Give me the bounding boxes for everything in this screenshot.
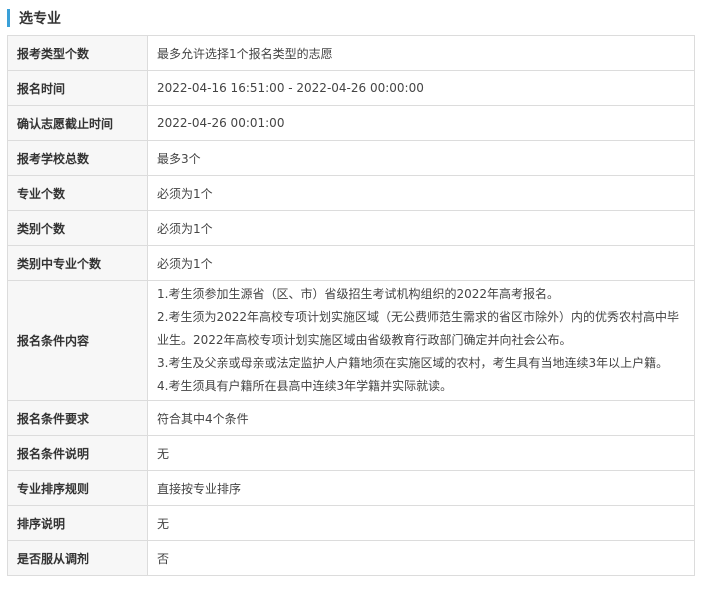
table-row: 专业个数 必须为1个 (7, 175, 695, 211)
row-value: 必须为1个 (147, 175, 695, 211)
row-value: 必须为1个 (147, 245, 695, 281)
table-row: 是否服从调剂 否 (7, 540, 695, 576)
row-label: 类别中专业个数 (7, 245, 148, 281)
row-label: 是否服从调剂 (7, 540, 148, 576)
row-value: 最多允许选择1个报名类型的志愿 (147, 35, 695, 71)
row-label: 报考学校总数 (7, 140, 148, 176)
table-row: 类别个数 必须为1个 (7, 210, 695, 246)
row-label: 专业排序规则 (7, 470, 148, 506)
conditions-label: 报名条件内容 (7, 280, 148, 401)
row-value: 最多3个 (147, 140, 695, 176)
condition-line: 1.考生须参加生源省（区、市）省级招生考试机构组织的2022年高考报名。 (157, 287, 559, 301)
row-value: 直接按专业排序 (147, 470, 695, 506)
row-value: 2022-04-26 00:01:00 (147, 105, 695, 141)
section-accent-bar (7, 9, 10, 27)
table-row: 专业排序规则 直接按专业排序 (7, 470, 695, 506)
table-row: 报名时间 2022-04-16 16:51:00 - 2022-04-26 00… (7, 70, 695, 106)
row-label: 报名时间 (7, 70, 148, 106)
condition-line: 2.考生须为2022年高校专项计划实施区域（无公费师范生需求的省区市除外）内的优… (157, 310, 679, 347)
row-label: 专业个数 (7, 175, 148, 211)
table-row: 排序说明 无 (7, 505, 695, 541)
table-row: 报名条件要求 符合其中4个条件 (7, 400, 695, 436)
info-table: 报考类型个数 最多允许选择1个报名类型的志愿 报名时间 2022-04-16 1… (7, 35, 695, 576)
table-row-conditions: 报名条件内容 1.考生须参加生源省（区、市）省级招生考试机构组织的2022年高考… (7, 280, 695, 401)
table-row: 确认志愿截止时间 2022-04-26 00:01:00 (7, 105, 695, 141)
condition-line: 4.考生须具有户籍所在县高中连续3年学籍并实际就读。 (157, 379, 453, 393)
section-title: 选专业 (19, 11, 61, 27)
row-label: 报名条件要求 (7, 400, 148, 436)
row-value: 符合其中4个条件 (147, 400, 695, 436)
row-label: 报考类型个数 (7, 35, 148, 71)
row-label: 排序说明 (7, 505, 148, 541)
section-header: 选专业 (7, 7, 61, 29)
table-row: 报考类型个数 最多允许选择1个报名类型的志愿 (7, 35, 695, 71)
table-row: 类别中专业个数 必须为1个 (7, 245, 695, 281)
table-row: 报考学校总数 最多3个 (7, 140, 695, 176)
table-row: 报名条件说明 无 (7, 435, 695, 471)
condition-line: 3.考生及父亲或母亲或法定监护人户籍地须在实施区域的农村，考生具有当地连续3年以… (157, 356, 669, 370)
conditions-content: 1.考生须参加生源省（区、市）省级招生考试机构组织的2022年高考报名。 2.考… (147, 280, 695, 401)
row-label: 确认志愿截止时间 (7, 105, 148, 141)
row-value: 必须为1个 (147, 210, 695, 246)
row-label: 报名条件说明 (7, 435, 148, 471)
row-value: 无 (147, 435, 695, 471)
row-value: 无 (147, 505, 695, 541)
row-value: 2022-04-16 16:51:00 - 2022-04-26 00:00:0… (147, 70, 695, 106)
row-label: 类别个数 (7, 210, 148, 246)
row-value: 否 (147, 540, 695, 576)
